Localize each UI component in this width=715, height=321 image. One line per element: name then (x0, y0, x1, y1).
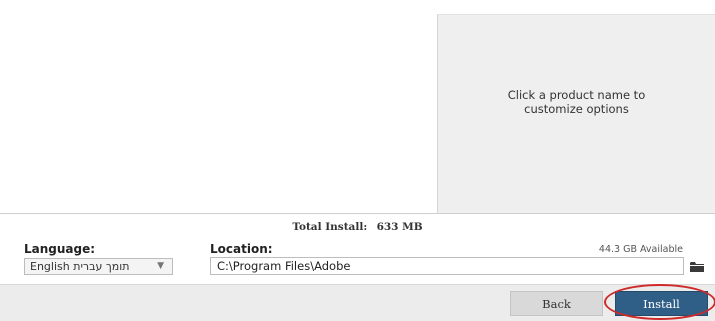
location-label: Location: (210, 242, 273, 256)
location-input[interactable] (210, 257, 684, 275)
footer-bar: Back Install (0, 284, 715, 321)
product-list-pane (0, 0, 437, 213)
language-label: Language: (24, 242, 96, 256)
customize-hint: Click a product name to customize option… (507, 88, 646, 116)
folder-icon (690, 261, 704, 272)
total-install-value: 633 MB (376, 221, 423, 233)
language-select[interactable]: English תומך עברית ▼ (24, 258, 173, 275)
chevron-down-icon: ▼ (157, 261, 164, 271)
product-options-pane: Click a product name to customize option… (437, 14, 715, 213)
install-button[interactable]: Install (615, 291, 708, 316)
back-button[interactable]: Back (510, 291, 603, 316)
total-install: Total Install: 633 MB (0, 221, 715, 233)
available-space: 44.3 GB Available (598, 244, 683, 255)
language-selected-value: English תומך עברית (30, 260, 130, 273)
total-install-label: Total Install: (292, 221, 368, 233)
divider (0, 213, 715, 214)
browse-folder-button[interactable] (688, 257, 706, 275)
